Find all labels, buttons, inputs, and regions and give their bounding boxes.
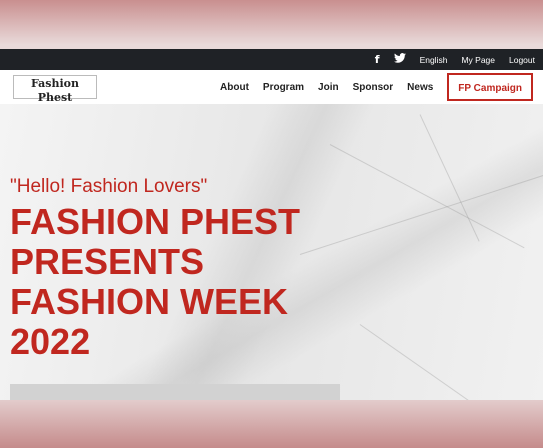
nav-item-join[interactable]: Join [318,82,339,93]
hero-section: "Hello! Fashion Lovers" FASHION PHEST PR… [0,104,543,400]
fp-campaign-button[interactable]: FP Campaign [447,73,533,101]
headline-line: 2022 [10,321,91,362]
marble-vein [419,114,480,242]
nav-item-about[interactable]: About [220,82,249,93]
browser-viewport: f English My Page Logout Fashion Phest F… [0,49,543,400]
headline-line: FASHION PHEST [10,201,301,242]
hero-headline: FASHION PHEST PRESENTS FASHION WEEK 2022 [10,202,350,362]
nav-item-program[interactable]: Program [263,82,304,93]
headline-line: PRESENTS [10,241,205,282]
facebook-icon[interactable]: f [375,53,380,66]
top-utility-bar: f English My Page Logout [0,49,543,70]
twitter-icon[interactable] [393,53,406,66]
nav-item-sponsor[interactable]: Sponsor [353,82,394,93]
logo-name: Fashion Phest [30,77,80,104]
logout-link[interactable]: Logout [509,55,535,65]
main-navigation: Fashion Phest FASHION WEEK 2022 About Pr… [0,70,543,110]
my-page-link[interactable]: My Page [461,55,495,65]
nav-menu: About Program Join Sponsor News FP Campa… [220,70,533,104]
marble-vein [359,324,525,400]
nav-item-news[interactable]: News [407,82,433,93]
hero-greeting: "Hello! Fashion Lovers" [10,176,208,197]
site-logo[interactable]: Fashion Phest FASHION WEEK 2022 [13,75,97,110]
language-link[interactable]: English [420,55,448,65]
hero-media-placeholder [10,384,340,400]
headline-line: FASHION WEEK [10,281,289,322]
marble-vein [329,144,525,249]
